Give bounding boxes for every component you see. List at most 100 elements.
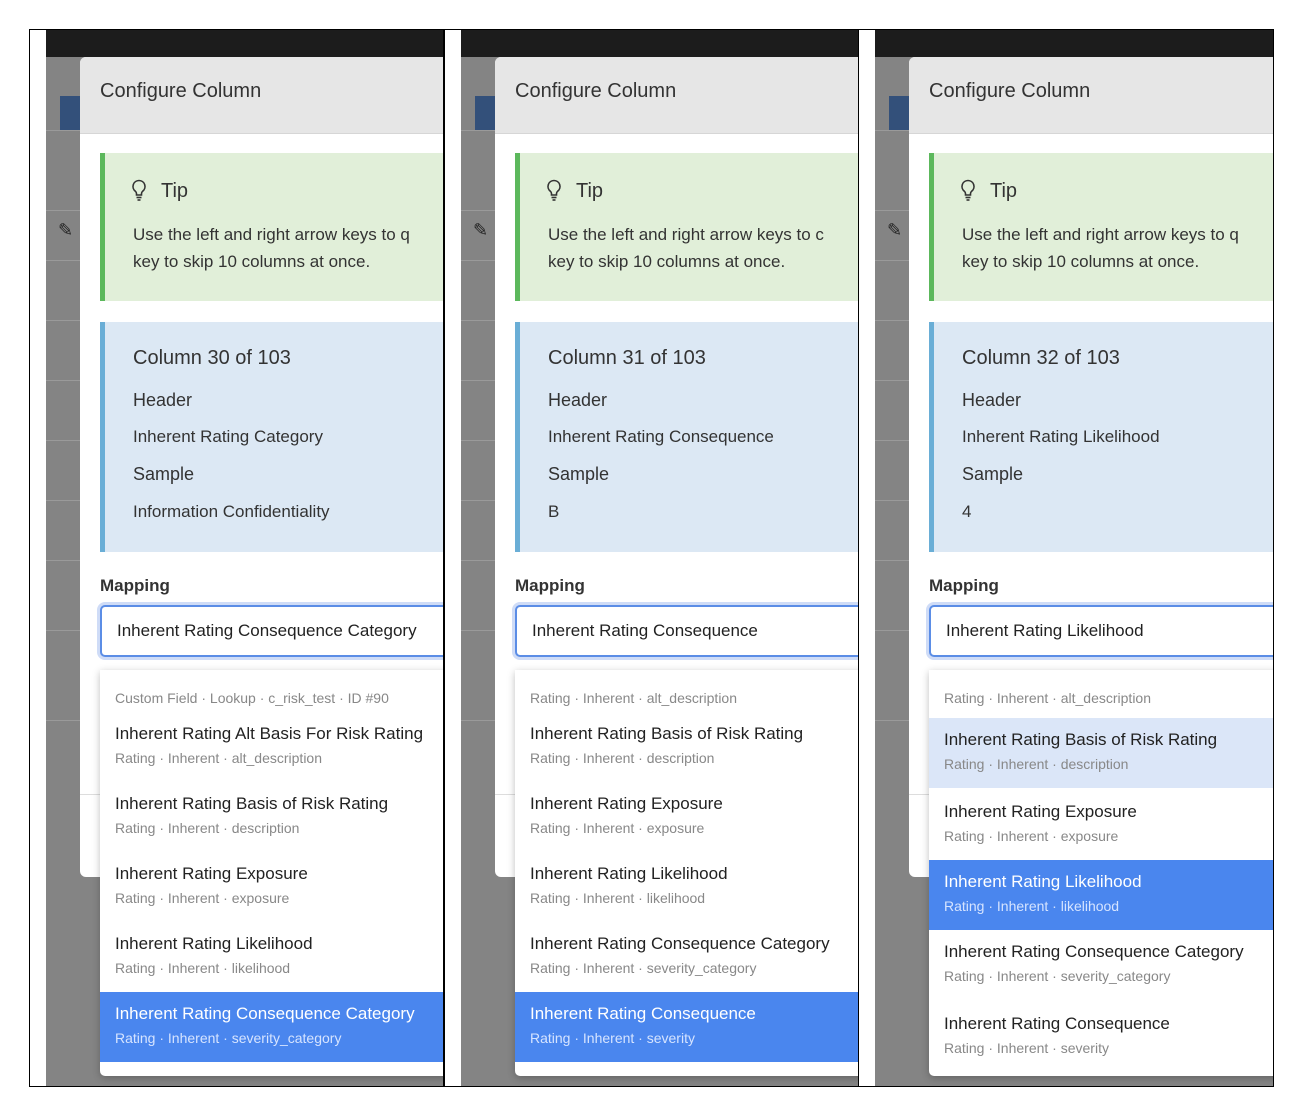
background-button bbox=[475, 96, 497, 130]
option-sublabel: Rating · Inherent · severity_category bbox=[944, 968, 1171, 984]
header-value: Inherent Rating Likelihood bbox=[962, 427, 1160, 446]
option-sublabel: Rating · Inherent · description bbox=[530, 750, 715, 766]
pencil-icon: ✎ bbox=[887, 220, 903, 240]
option-sublabel: Rating · Inherent · description bbox=[944, 756, 1129, 772]
sample-value: Information Confidentiality bbox=[133, 502, 330, 521]
option-sublabel: Rating · Inherent · exposure bbox=[530, 820, 705, 836]
option-label: Inherent Rating Basis of Risk Rating bbox=[944, 730, 1218, 749]
option-sublabel: Rating · Inherent · likelihood bbox=[115, 960, 291, 976]
header-label: Header bbox=[962, 390, 1022, 410]
modal-header: Configure Column bbox=[80, 57, 443, 134]
dropdown-option[interactable]: Inherent Rating Likelihood Rating · Inhe… bbox=[515, 852, 859, 922]
tip-title: Tip bbox=[576, 180, 604, 202]
dropdown-option[interactable]: Residual Rating Alt Basis For Risk Ratin… bbox=[515, 1062, 859, 1076]
screenshot-panel: ✎ Configure Column Tip Use the left and … bbox=[858, 29, 1274, 1087]
tip-alert: Tip Use the left and right arrow keys to… bbox=[100, 153, 443, 301]
dropdown-option[interactable]: Inherent Rating Consequence bbox=[100, 1062, 443, 1076]
modal-title: Configure Column bbox=[100, 80, 262, 102]
dropdown-option[interactable]: Rating · Inherent · alt_description bbox=[515, 670, 859, 712]
dropdown-option[interactable]: Rating · Inherent · alt_description bbox=[929, 670, 1273, 712]
tip-text: Use the left and right arrow keys to c k… bbox=[548, 221, 859, 275]
dropdown-option[interactable]: Inherent Rating Consequence Category Rat… bbox=[515, 922, 859, 992]
top-navbar bbox=[875, 30, 1273, 57]
mapping-input[interactable] bbox=[929, 605, 1273, 657]
mapping-label: Mapping bbox=[100, 576, 170, 595]
sample-value: B bbox=[548, 502, 560, 521]
tip-text-line: key to skip 10 columns at once. bbox=[548, 252, 786, 271]
dropdown-option[interactable]: Inherent Rating Exposure Rating · Inhere… bbox=[929, 790, 1273, 860]
header-label: Header bbox=[548, 390, 608, 410]
option-sublabel: Rating · Inherent · exposure bbox=[115, 890, 290, 906]
tip-alert: Tip Use the left and right arrow keys to… bbox=[515, 153, 859, 301]
option-sublabel: Rating · Inherent · severity_category bbox=[115, 1030, 342, 1046]
column-info-panel: Column 32 of 103 Header Inherent Rating … bbox=[929, 322, 1273, 552]
dropdown-option[interactable]: Inherent Rating Exposure Rating · Inhere… bbox=[100, 852, 443, 922]
dropdown-option-selected[interactable]: Inherent Rating Consequence Category Rat… bbox=[100, 992, 443, 1062]
tip-text: Use the left and right arrow keys to q k… bbox=[133, 221, 443, 275]
sample-label: Sample bbox=[962, 464, 1024, 484]
dropdown-option[interactable]: Inherent Rating Basis of Risk Rating Rat… bbox=[929, 718, 1273, 788]
mapping-label: Mapping bbox=[515, 576, 585, 595]
dropdown-option[interactable]: Inherent Rating Basis of Risk Rating Rat… bbox=[515, 712, 859, 782]
dropdown-option[interactable]: Inherent Rating Likelihood Rating · Inhe… bbox=[100, 922, 443, 992]
sample-value: 4 bbox=[962, 502, 972, 521]
dropdown-option[interactable]: Custom Field · Lookup · c_risk_test · ID… bbox=[100, 670, 443, 712]
option-label: Inherent Rating Consequence Category bbox=[530, 934, 830, 953]
column-counter: Column 32 of 103 bbox=[962, 347, 1120, 369]
mapping-label: Mapping bbox=[929, 576, 999, 595]
header-value: Inherent Rating Consequence bbox=[548, 427, 774, 446]
tip-text-line: Use the left and right arrow keys to c bbox=[548, 225, 824, 244]
dropdown-option[interactable]: Inherent Rating Basis of Risk Rating Rat… bbox=[100, 782, 443, 852]
option-label: Inherent Rating Consequence Category bbox=[115, 1004, 415, 1023]
option-label: Inherent Rating Alt Basis For Risk Ratin… bbox=[115, 724, 424, 743]
dropdown-option-selected[interactable]: Inherent Rating Likelihood Rating · Inhe… bbox=[929, 860, 1273, 930]
mapping-dropdown[interactable]: Custom Field · Lookup · c_risk_test · ID… bbox=[100, 670, 443, 1076]
option-label: Inherent Rating Exposure bbox=[530, 794, 723, 813]
column-counter: Column 30 of 103 bbox=[133, 347, 291, 369]
tip-text-line: key to skip 10 columns at once. bbox=[962, 252, 1200, 271]
option-sublabel: Rating · Inherent · description bbox=[115, 820, 300, 836]
dropdown-option[interactable]: Inherent Rating Alt Basis For Risk Ratin… bbox=[100, 712, 443, 782]
lightbulb-icon bbox=[131, 179, 147, 207]
modal-title: Configure Column bbox=[929, 80, 1091, 102]
option-sublabel: Rating · Inherent · exposure bbox=[944, 828, 1119, 844]
dropdown-option[interactable]: Inherent Rating Consequence Category Rat… bbox=[929, 930, 1273, 1000]
modal-header: Configure Column bbox=[909, 57, 1273, 134]
sample-label: Sample bbox=[133, 464, 195, 484]
tip-text: Use the left and right arrow keys to q k… bbox=[962, 221, 1273, 275]
top-navbar bbox=[46, 30, 443, 57]
mapping-dropdown[interactable]: Rating · Inherent · alt_description Inhe… bbox=[929, 670, 1273, 1076]
dropdown-option-selected[interactable]: Inherent Rating Consequence Rating · Inh… bbox=[515, 992, 859, 1062]
dropdown-option[interactable]: Residual Rating Alt Basis For Risk Ratin… bbox=[929, 1072, 1273, 1076]
tip-alert: Tip Use the left and right arrow keys to… bbox=[929, 153, 1273, 301]
option-sublabel: Rating · Inherent · alt_description bbox=[944, 690, 1151, 706]
option-label: Inherent Rating Basis of Risk Rating bbox=[115, 794, 389, 813]
mapping-dropdown[interactable]: Rating · Inherent · alt_description Inhe… bbox=[515, 670, 859, 1076]
option-label: Inherent Rating Likelihood bbox=[530, 864, 728, 883]
option-sublabel: Rating · Inherent · likelihood bbox=[944, 898, 1120, 914]
option-sublabel: Rating · Inherent · severity bbox=[944, 1040, 1109, 1056]
dropdown-option[interactable]: Inherent Rating Consequence Rating · Inh… bbox=[929, 1002, 1273, 1072]
option-sublabel: Rating · Inherent · likelihood bbox=[530, 890, 706, 906]
option-sublabel: Rating · Inherent · severity bbox=[530, 1030, 695, 1046]
tip-title: Tip bbox=[161, 180, 189, 202]
option-label: Inherent Rating Likelihood bbox=[115, 934, 313, 953]
tip-text-line: Use the left and right arrow keys to q bbox=[133, 225, 410, 244]
tip-text-line: key to skip 10 columns at once. bbox=[133, 252, 371, 271]
option-sublabel: Rating · Inherent · alt_description bbox=[530, 690, 737, 706]
option-sublabel: Rating · Inherent · severity_category bbox=[530, 960, 757, 976]
option-sublabel: Custom Field · Lookup · c_risk_test · ID… bbox=[115, 690, 389, 706]
sample-label: Sample bbox=[548, 464, 610, 484]
lightbulb-icon bbox=[960, 179, 976, 207]
option-label: Inherent Rating Consequence bbox=[944, 1014, 1170, 1033]
option-label: Inherent Rating Consequence Category bbox=[944, 942, 1244, 961]
mapping-input[interactable] bbox=[100, 605, 443, 657]
mapping-input[interactable] bbox=[515, 605, 859, 657]
pencil-icon: ✎ bbox=[473, 220, 489, 240]
header-label: Header bbox=[133, 390, 193, 410]
background-button bbox=[60, 96, 82, 130]
dropdown-option[interactable]: Inherent Rating Exposure Rating · Inhere… bbox=[515, 782, 859, 852]
tip-title: Tip bbox=[990, 180, 1018, 202]
column-counter: Column 31 of 103 bbox=[548, 347, 706, 369]
modal-title: Configure Column bbox=[515, 80, 677, 102]
